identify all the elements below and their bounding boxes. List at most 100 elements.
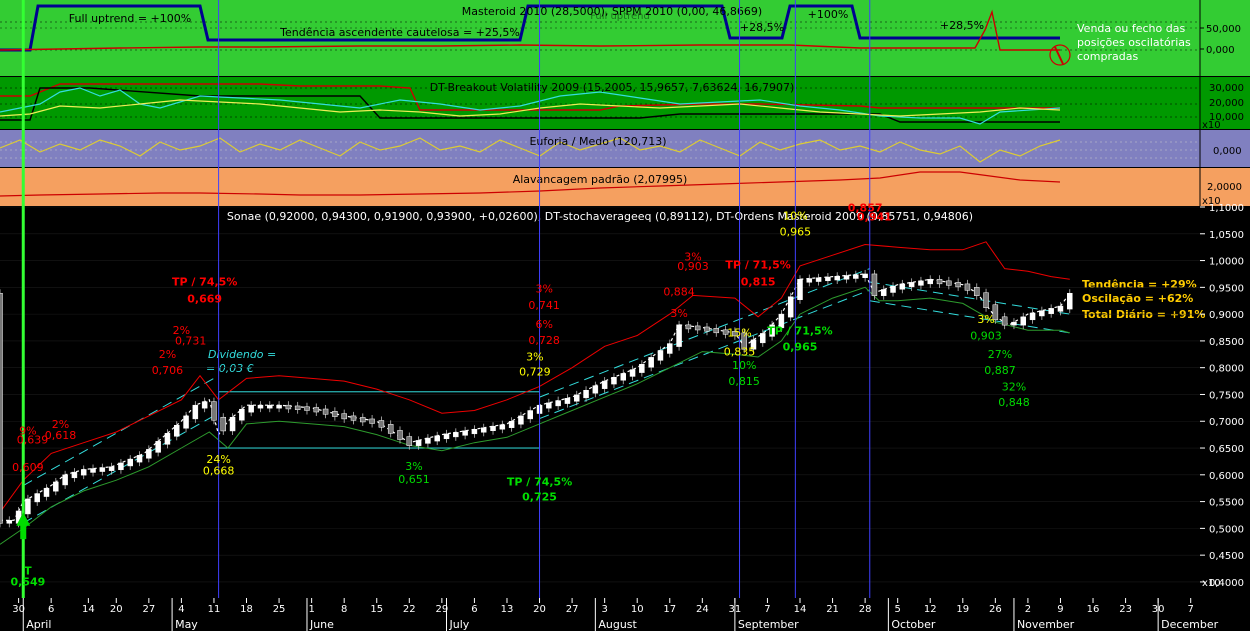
date-tick-label: 15 [370, 604, 383, 615]
candle-body [220, 416, 227, 432]
date-tick-label: 20 [110, 604, 123, 615]
euforia-title: Euforia / Medo (120,713) [529, 135, 666, 148]
candle-body [620, 373, 627, 381]
month-label: June [309, 618, 334, 631]
price-tick-label: 0,9500 [1209, 283, 1244, 294]
candle-body [918, 280, 924, 286]
date-tick-label: 11 [208, 604, 221, 615]
masteroid-p3-label: +28,5% [940, 19, 984, 32]
candle-body [397, 430, 403, 440]
breakout-tick-1: 20,000 [1209, 98, 1244, 109]
masteroid-full-uptrend-label: Full uptrend = +100% [69, 12, 191, 25]
candle-body [322, 408, 329, 415]
trading-chart: Masteroid 2010 (28,5000), SPPM 2010 (0,0… [0, 0, 1250, 631]
signal-label: 0,706 [152, 364, 184, 377]
price-tick-label: 0,4500 [1209, 551, 1244, 562]
date-tick-label: 23 [1119, 604, 1132, 615]
candle-body [797, 279, 803, 300]
date-tick-label: 20 [533, 604, 546, 615]
candle-body [899, 283, 906, 290]
date-tick-label: 26 [989, 604, 1002, 615]
date-tick-label: 7 [1188, 604, 1194, 615]
price-tick-label: 0,8500 [1209, 337, 1244, 348]
candle-body [973, 287, 980, 296]
candle-body [871, 273, 878, 296]
signal-label: 0,609 [12, 461, 44, 474]
date-tick-label: 4 [178, 604, 184, 615]
candle-body [99, 467, 106, 472]
signal-label: 3% [535, 283, 552, 296]
candle-body [546, 402, 552, 409]
price-tick-label: 1,1000 [1209, 203, 1244, 214]
price-tick-label: 0,5500 [1209, 498, 1244, 509]
candle-body [62, 474, 68, 486]
candle-body [592, 385, 599, 394]
date-tick-label: 5 [894, 604, 900, 615]
candle-body [825, 276, 831, 282]
candle-body [946, 280, 952, 286]
signal-label: 0,728 [528, 334, 560, 347]
candle-body [611, 376, 617, 385]
candle-body [713, 328, 720, 334]
date-tick-label: 7 [764, 604, 770, 615]
price-tick-label: 0,6000 [1209, 471, 1244, 482]
date-tick-label: 22 [403, 604, 416, 615]
signal-label: 0,618 [45, 429, 77, 442]
price-tick-label: 0,7000 [1209, 417, 1244, 428]
candle-body [787, 296, 794, 318]
candle-body [1039, 310, 1045, 317]
candle-body [527, 410, 533, 420]
masteroid-tick-1: 0,000 [1206, 45, 1235, 56]
breakout-multiplier: x10 [1202, 120, 1221, 131]
candle-body [806, 278, 813, 283]
price-tick-label: 1,0500 [1209, 230, 1244, 241]
price-tick-label: 0,9000 [1209, 310, 1244, 321]
date-tick-label: 21 [826, 604, 839, 615]
candle-body [229, 416, 236, 432]
candle-body [760, 333, 766, 344]
price-tick-label: 1,0000 [1209, 257, 1244, 268]
date-tick-label: 12 [924, 604, 937, 615]
candle-body [462, 430, 468, 436]
candle-body [34, 493, 40, 503]
signal-label: 0,651 [398, 473, 430, 486]
candle-body [146, 449, 152, 459]
candle-body [471, 429, 478, 435]
signal-label: 0,903 [970, 329, 1002, 342]
candle-body [239, 408, 245, 421]
masteroid-p2-label: +100% [808, 8, 849, 21]
candle-body [834, 275, 840, 281]
date-tick-label: 3 [601, 604, 607, 615]
candle-body [434, 435, 440, 442]
candle-body [518, 415, 524, 425]
signal-label: 0,965 [783, 341, 818, 354]
signal-label: 0,887 [984, 364, 1016, 377]
signal-label: 0,725 [522, 491, 557, 504]
candle-body [704, 326, 710, 332]
candle-body [6, 520, 13, 524]
masteroid-side-panel [1200, 0, 1250, 76]
date-tick-label: 8 [341, 604, 347, 615]
price-tick-label: 0,8000 [1209, 364, 1244, 375]
candle-body [667, 343, 673, 354]
candle-body [676, 324, 682, 347]
candle-body [90, 468, 96, 473]
candle-body [304, 406, 310, 411]
candle-body [257, 404, 264, 409]
candle-body [313, 407, 320, 413]
candle-body [25, 498, 31, 515]
side-note-line-2: posições oscilatórias [1077, 36, 1191, 49]
candle-body [53, 481, 59, 492]
candle-body [508, 420, 515, 428]
date-tick-label: 1 [308, 604, 314, 615]
signal-label: 3% [670, 307, 687, 320]
candle-body [332, 411, 338, 417]
date-tick-label: 27 [566, 604, 579, 615]
signal-label: 0,815 [741, 276, 776, 289]
candle-body [499, 424, 506, 430]
side-note-line-1: Venda ou fecho das [1077, 22, 1185, 35]
candle-body [694, 325, 701, 331]
masteroid-tendencia-label: Tendência ascendente cautelosa = +25,5% [279, 26, 520, 39]
date-tick-label: 14 [794, 604, 807, 615]
date-tick-label: 24 [696, 604, 709, 615]
